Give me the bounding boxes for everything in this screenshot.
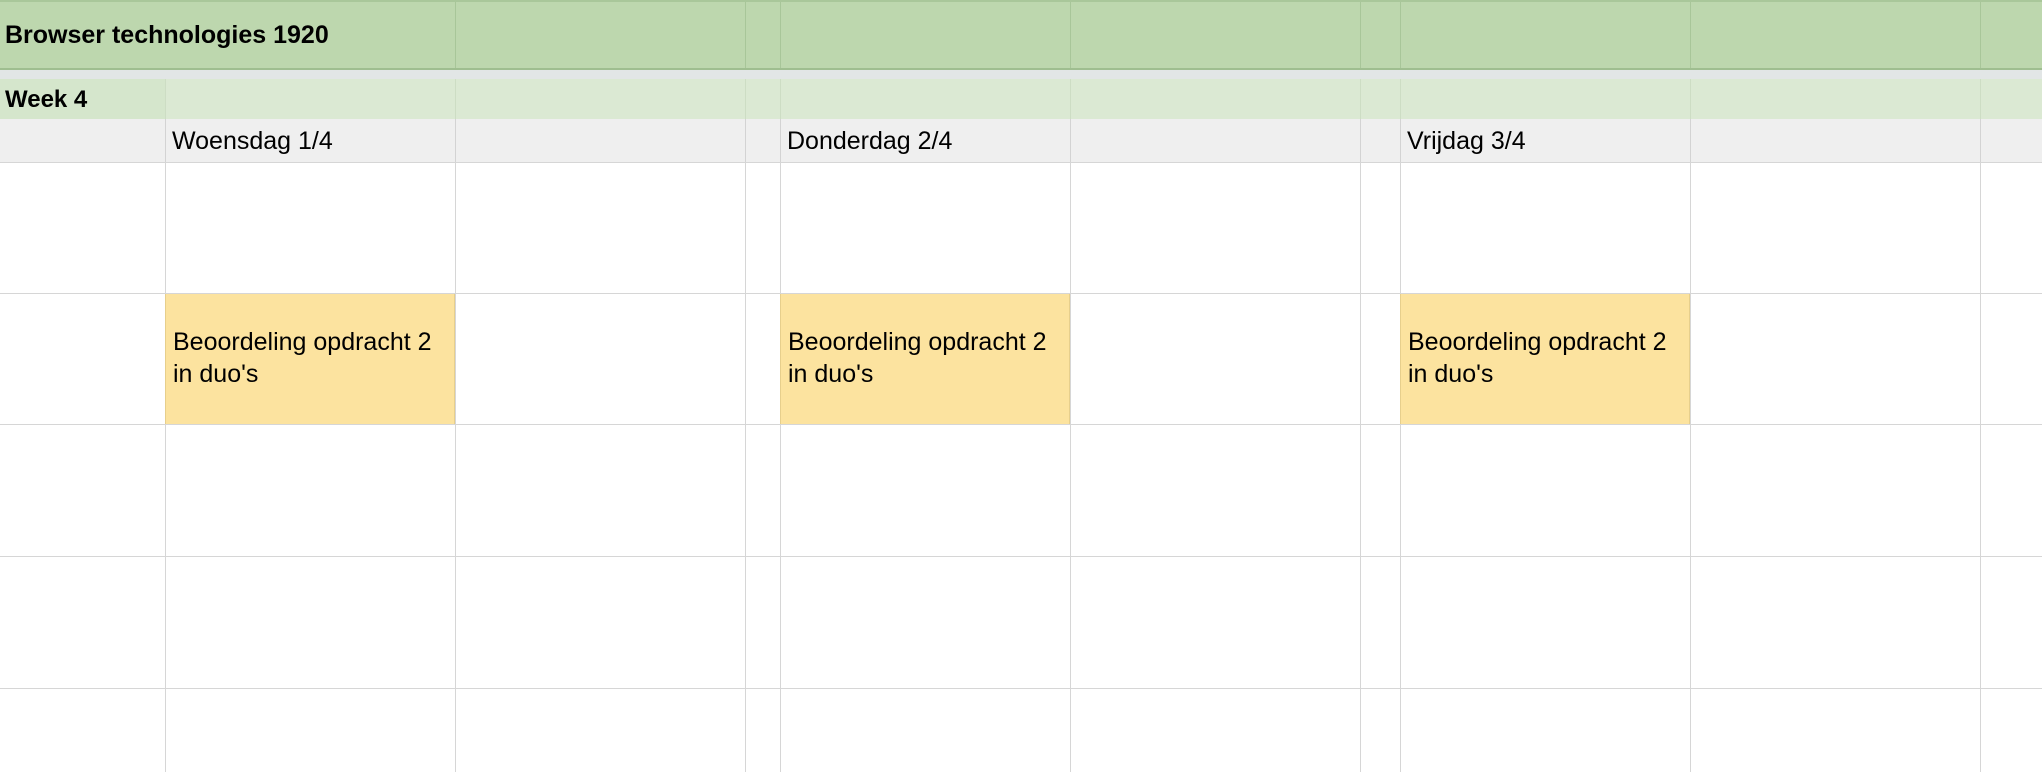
column-divider xyxy=(1690,79,1691,119)
column-divider xyxy=(1070,79,1071,119)
column-divider xyxy=(1980,2,1981,69)
day-header-donderdag[interactable]: Donderdag 2/4 xyxy=(787,127,952,156)
column-divider xyxy=(745,2,746,69)
event-cell-woensdag[interactable]: Beoordeling opdracht 2 in duo's xyxy=(165,294,455,424)
column-divider xyxy=(455,2,456,69)
column-divider xyxy=(1070,119,1071,162)
row-divider xyxy=(0,162,2042,163)
week-row xyxy=(0,79,2042,119)
column-divider xyxy=(1360,79,1361,119)
week-label[interactable]: Week 4 xyxy=(5,86,87,114)
column-divider xyxy=(455,119,456,162)
column-divider xyxy=(1690,119,1691,162)
day-header-vrijdag[interactable]: Vrijdag 3/4 xyxy=(1407,127,1526,156)
column-divider xyxy=(1400,119,1401,162)
column-divider xyxy=(1690,2,1691,69)
event-cell-vrijdag[interactable]: Beoordeling opdracht 2 in duo's xyxy=(1400,294,1690,424)
row-divider xyxy=(0,688,2042,689)
column-divider xyxy=(1070,2,1071,69)
event-text: Beoordeling opdracht 2 in duo's xyxy=(173,328,432,388)
column-divider xyxy=(455,79,456,119)
column-divider xyxy=(780,79,781,119)
column-divider xyxy=(745,119,746,162)
row-divider xyxy=(0,424,2042,425)
spreadsheet-grid: Browser technologies 1920 Week 4 Woensda… xyxy=(0,0,2042,772)
column-divider xyxy=(780,2,781,69)
column-divider xyxy=(1980,79,1981,119)
column-divider xyxy=(780,119,781,162)
row-divider xyxy=(0,556,2042,557)
column-divider xyxy=(1400,79,1401,119)
column-divider xyxy=(165,79,166,119)
sheet-title[interactable]: Browser technologies 1920 xyxy=(5,21,329,50)
column-divider xyxy=(165,119,166,162)
column-divider xyxy=(1400,2,1401,69)
column-divider xyxy=(745,79,746,119)
event-text: Beoordeling opdracht 2 in duo's xyxy=(1408,328,1667,388)
event-text: Beoordeling opdracht 2 in duo's xyxy=(788,328,1047,388)
column-divider xyxy=(1980,119,1981,162)
separator-row xyxy=(0,70,2042,79)
event-cell-donderdag[interactable]: Beoordeling opdracht 2 in duo's xyxy=(780,294,1070,424)
column-divider xyxy=(1360,119,1361,162)
day-header-woensdag[interactable]: Woensdag 1/4 xyxy=(172,127,333,156)
column-divider xyxy=(1360,2,1361,69)
